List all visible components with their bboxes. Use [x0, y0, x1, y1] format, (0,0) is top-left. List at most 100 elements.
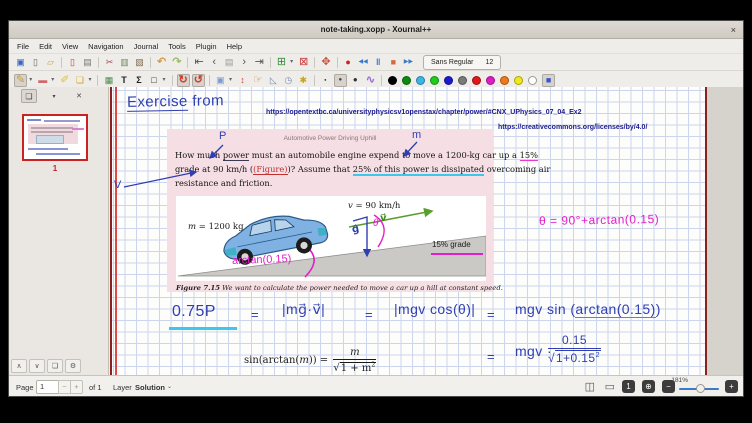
color-orange[interactable]: [500, 76, 509, 85]
stop-icon[interactable]: ■: [387, 56, 400, 69]
color-yellow[interactable]: [514, 76, 523, 85]
settings-gear-icon[interactable]: ⚙: [65, 359, 81, 373]
pen-dropdown-icon[interactable]: ▾: [27, 74, 34, 87]
two-page-view-icon[interactable]: ◫: [585, 380, 595, 393]
color-black[interactable]: [388, 76, 397, 85]
font-selector[interactable]: Sans Regular 12: [423, 55, 501, 70]
selection-type-icon[interactable]: ▣: [214, 74, 227, 87]
page-thumbnail[interactable]: [22, 114, 88, 161]
add-page-dropdown-icon[interactable]: ▾: [288, 56, 295, 69]
color-magenta[interactable]: [486, 76, 495, 85]
preview-pane-icon[interactable]: ❏: [21, 89, 37, 103]
text-tool-icon[interactable]: T: [117, 74, 130, 87]
title-bar[interactable]: note-taking.xopp - Xournal++ ×: [9, 21, 743, 39]
compass-icon[interactable]: ◷: [282, 74, 295, 87]
size-thick-icon[interactable]: ●: [349, 74, 362, 87]
selection-dropdown-icon[interactable]: ▾: [227, 74, 234, 87]
sidebar-collapse-icon[interactable]: ▾: [46, 89, 62, 103]
shape-dropdown-icon[interactable]: ▾: [160, 74, 167, 87]
hw-annotation-v: V: [114, 179, 122, 191]
fullscreen-icon[interactable]: ✥: [319, 56, 332, 69]
sidebar-close-icon[interactable]: ✕: [71, 89, 87, 103]
export-pdf-icon[interactable]: ▯: [66, 56, 79, 69]
color-light-blue[interactable]: [416, 76, 425, 85]
redo-icon[interactable]: ↷: [170, 56, 183, 69]
snap-rotation-icon[interactable]: ↻: [177, 74, 190, 87]
copy-icon[interactable]: ▥: [118, 56, 131, 69]
color-chooser-icon[interactable]: ■: [542, 74, 555, 87]
vertical-space-icon[interactable]: ↕: [236, 74, 249, 87]
duplicate-page-icon[interactable]: ❏: [47, 359, 63, 373]
save-icon[interactable]: ▣: [14, 56, 27, 69]
hand-tool-icon[interactable]: ☞: [251, 74, 265, 87]
size-medium-icon[interactable]: ●: [334, 74, 347, 87]
previous-page-icon[interactable]: ‹: [208, 56, 221, 69]
sidebar-down-icon[interactable]: ∨: [29, 359, 45, 373]
thumbnail-page-number: 1: [22, 164, 88, 173]
eraser-dropdown-icon[interactable]: ▾: [49, 74, 56, 87]
eraser-tool-icon[interactable]: ▬: [36, 74, 49, 87]
highlighter-tool-icon[interactable]: ✐: [58, 74, 71, 87]
first-page-icon[interactable]: ⇤: [192, 56, 205, 69]
insert-image-icon[interactable]: ▦: [102, 74, 115, 87]
select-dropdown-icon[interactable]: ▾: [86, 74, 93, 87]
lhs-cyan-underline: [169, 327, 237, 330]
presentation-mode-icon[interactable]: ▭: [605, 380, 615, 393]
color-red[interactable]: [472, 76, 481, 85]
rewind-icon[interactable]: ◀◀: [357, 56, 370, 69]
size-fine-icon[interactable]: ●: [319, 74, 332, 87]
zoom-slider-thumb[interactable]: [696, 384, 705, 393]
sidebar-up-icon[interactable]: ∧: [11, 359, 27, 373]
layer-dropdown-icon[interactable]: ⌄: [167, 383, 172, 390]
fit-page-button[interactable]: 1: [622, 380, 635, 393]
undo-icon[interactable]: ↶: [155, 56, 168, 69]
layer-selector[interactable]: Solution: [135, 383, 165, 392]
figure-link[interactable]: (Figure): [253, 164, 287, 175]
menu-file[interactable]: File: [12, 42, 34, 51]
close-icon[interactable]: ×: [731, 21, 736, 38]
license-link[interactable]: https://creativecommons.org/licenses/by/…: [498, 124, 647, 131]
page-spinner-icon[interactable]: ▤: [223, 56, 236, 69]
pen-tool-icon[interactable]: ✎: [14, 74, 27, 87]
color-gray[interactable]: [458, 76, 467, 85]
add-page-icon[interactable]: ⊞: [275, 56, 288, 69]
fast-forward-icon[interactable]: ▶▶: [402, 56, 415, 69]
hw-term3: mgv sin (arctan(0.15)): [515, 301, 661, 317]
default-tool-icon[interactable]: ✱: [297, 74, 310, 87]
pause-icon[interactable]: ‖: [372, 56, 385, 69]
paste-icon[interactable]: ▧: [133, 56, 146, 69]
math-tex-icon[interactable]: Σ: [132, 74, 145, 87]
cut-icon[interactable]: ✂: [103, 56, 116, 69]
shape-recognizer-icon[interactable]: ∿: [364, 74, 377, 87]
snap-grid-icon[interactable]: ↺: [192, 74, 205, 87]
next-page-icon[interactable]: ›: [238, 56, 251, 69]
setsquare-icon[interactable]: ◺: [267, 74, 280, 87]
color-green[interactable]: [430, 76, 439, 85]
shape-tool-icon[interactable]: □: [147, 74, 160, 87]
print-icon[interactable]: ▤: [81, 56, 94, 69]
color-blue[interactable]: [444, 76, 453, 85]
zoom-in-button[interactable]: +: [725, 380, 738, 393]
color-dark-green[interactable]: [402, 76, 411, 85]
color-white[interactable]: [528, 76, 537, 85]
menu-bar: FileEditViewNavigationJournalToolsPlugin…: [9, 39, 743, 54]
page-number-input[interactable]: 1: [36, 380, 59, 394]
page-increment-button[interactable]: +: [70, 380, 83, 394]
menu-tools[interactable]: Tools: [163, 42, 191, 51]
thumb-url-stroke: [44, 120, 80, 122]
hw-fraction: 0.15 √1+0.152: [548, 333, 601, 365]
open-folder-icon[interactable]: ▱: [44, 56, 57, 69]
menu-journal[interactable]: Journal: [129, 42, 164, 51]
last-page-icon[interactable]: ⇥: [253, 56, 266, 69]
zoom-fit-button[interactable]: ⊕: [642, 380, 655, 393]
source-link[interactable]: https://opentextbc.ca/universityphysicsv…: [266, 109, 582, 116]
record-audio-icon[interactable]: ●: [342, 56, 355, 69]
new-document-icon[interactable]: ▯: [29, 56, 42, 69]
menu-plugin[interactable]: Plugin: [191, 42, 222, 51]
delete-page-icon[interactable]: ⊠: [297, 56, 310, 69]
menu-view[interactable]: View: [57, 42, 83, 51]
select-object-icon[interactable]: ❏: [73, 74, 86, 87]
menu-help[interactable]: Help: [222, 42, 247, 51]
menu-edit[interactable]: Edit: [34, 42, 57, 51]
menu-navigation[interactable]: Navigation: [83, 42, 128, 51]
